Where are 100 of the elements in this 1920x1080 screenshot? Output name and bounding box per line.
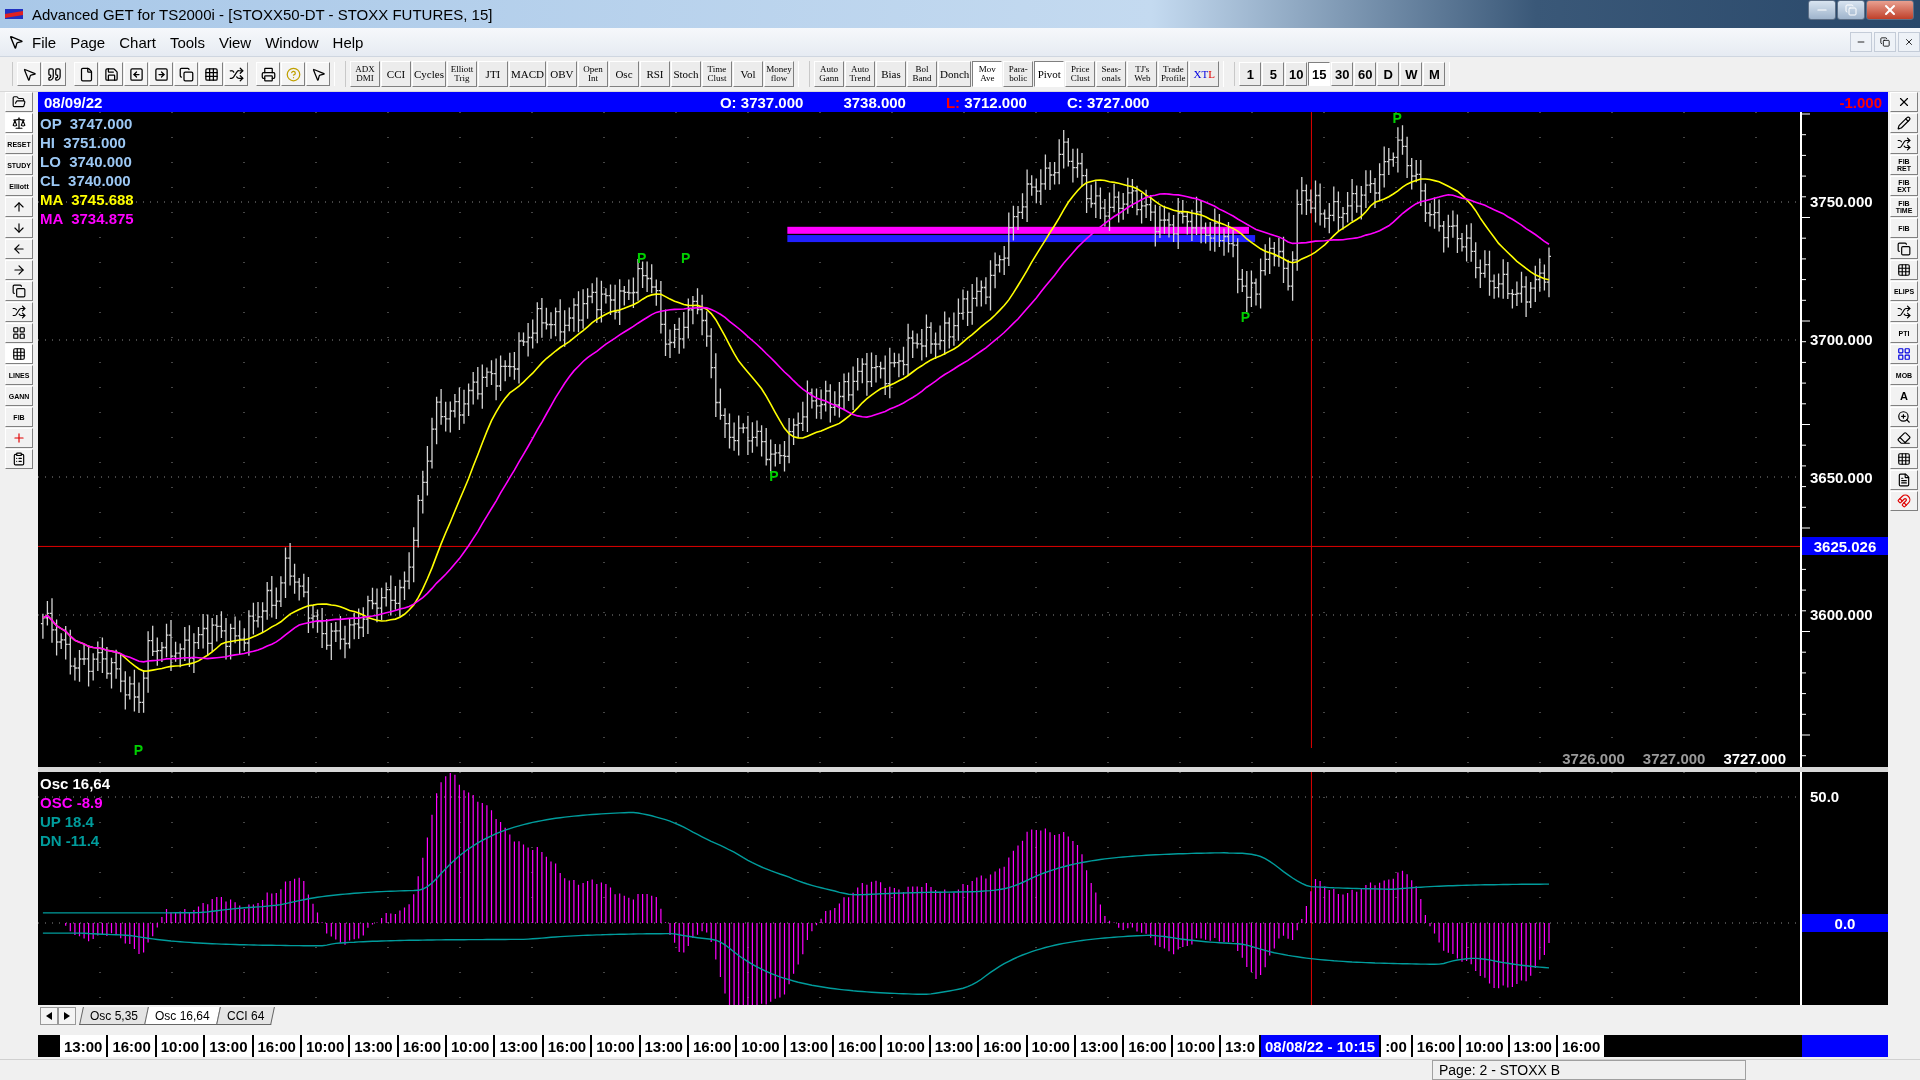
time-label: 08/08/22 - 10:15 — [1259, 1035, 1380, 1057]
tool-button[interactable] — [1890, 344, 1918, 364]
indicator-button[interactable]: RSI — [639, 61, 670, 87]
indicator-button[interactable]: Time Clust — [701, 61, 732, 87]
scroll-right-button[interactable] — [58, 1007, 76, 1025]
tool-button[interactable] — [1890, 260, 1918, 280]
price-value: C: 3727.000 — [1066, 93, 1150, 111]
timeframe-button[interactable]: 60 — [1354, 62, 1377, 86]
overlay-button[interactable]: Seas- onals — [1096, 61, 1127, 87]
tool-button[interactable] — [5, 449, 33, 469]
overlay-button[interactable]: Donch — [937, 61, 972, 87]
overlay-button[interactable]: Para- bolic — [1003, 61, 1034, 87]
indicator-button[interactable]: JTI — [477, 61, 508, 87]
tool-button[interactable] — [5, 302, 33, 322]
toolbar-button[interactable] — [256, 62, 280, 86]
price-value: 3726.000 — [1562, 750, 1625, 767]
overlay-button[interactable]: XTL — [1189, 61, 1220, 87]
tool-icon — [1897, 473, 1911, 487]
tool-button[interactable] — [1890, 470, 1918, 490]
tool-button[interactable] — [5, 281, 33, 301]
toolbar-button[interactable] — [224, 62, 248, 86]
timeframe-button[interactable]: 30 — [1331, 62, 1354, 86]
study-tab[interactable]: Osc 16,64 — [144, 1007, 221, 1025]
timeframe-button[interactable]: 5 — [1262, 62, 1285, 86]
tool-button[interactable] — [1890, 407, 1918, 427]
indicator-button[interactable]: Cycles — [412, 61, 446, 87]
menu-item[interactable]: Chart — [113, 31, 162, 53]
maximize-button[interactable] — [1837, 0, 1865, 20]
indicator-button[interactable]: OBV — [546, 61, 577, 87]
legend-value: DN -11.4 — [40, 831, 101, 850]
overlay-button[interactable]: Auto Trend — [844, 61, 875, 87]
timeframe-button[interactable]: 10 — [1285, 62, 1308, 86]
study-tab[interactable]: Osc 5,35 — [79, 1007, 149, 1025]
menu-item[interactable]: Window — [259, 31, 325, 53]
timeframe-button[interactable]: 15 — [1308, 62, 1331, 86]
menu-item[interactable]: Tools — [163, 31, 211, 53]
overlay-button[interactable]: Mov Ave — [972, 61, 1003, 87]
toolbar-button[interactable] — [149, 62, 173, 86]
tool-button[interactable] — [1890, 428, 1918, 448]
toolbar-button[interactable] — [99, 62, 123, 86]
price-value: L: 3712.000 — [945, 93, 1027, 111]
menu-item[interactable]: Help — [326, 31, 370, 53]
tool-button[interactable] — [5, 323, 33, 343]
time-label: 13:00 — [638, 1035, 687, 1057]
toolbar-button[interactable] — [199, 62, 223, 86]
study-tab[interactable]: CCI 64 — [215, 1007, 275, 1025]
overlay-button[interactable]: Pivot — [1034, 61, 1065, 87]
menu-item[interactable]: File — [26, 31, 63, 53]
tool-icon — [1897, 494, 1911, 508]
toolbar-button[interactable] — [306, 62, 330, 86]
tool-button[interactable] — [5, 113, 33, 133]
menu-item[interactable]: View — [212, 31, 258, 53]
close-button[interactable] — [1866, 0, 1914, 20]
indicator-button[interactable]: Open Int — [577, 61, 608, 87]
indicator-button[interactable]: Osc — [608, 61, 639, 87]
tool-button[interactable] — [5, 92, 33, 112]
menu-item[interactable]: Page — [64, 31, 112, 53]
overlay-button[interactable]: Bol Band — [906, 61, 937, 87]
toolbar-button[interactable] — [17, 62, 41, 86]
scroll-left-button[interactable] — [40, 1007, 58, 1025]
tool-button[interactable] — [1890, 113, 1918, 133]
toolbar-icon — [310, 66, 326, 82]
timeframe-button[interactable]: W — [1400, 62, 1423, 86]
indicator-button[interactable]: Stoch — [670, 61, 701, 87]
toolbar-button[interactable] — [74, 62, 98, 86]
indicator-button[interactable]: Vol — [732, 61, 763, 87]
indicator-button[interactable]: Elliott Trig — [446, 61, 477, 87]
overlay-button[interactable]: Bias — [875, 61, 906, 87]
toolbar-button[interactable] — [124, 62, 148, 86]
legend-value: LO 3740.000 — [40, 152, 133, 171]
tool-icon — [1897, 263, 1911, 277]
indicator-button[interactable]: Money flow — [763, 61, 794, 87]
tool-button[interactable]: A — [1890, 386, 1918, 406]
timeframe-button[interactable]: D — [1377, 62, 1400, 86]
time-label: 13:00 — [493, 1035, 542, 1057]
tool-button[interactable] — [1890, 449, 1918, 469]
toolbar-button[interactable] — [174, 62, 198, 86]
price-value: 3727.000 — [1723, 750, 1786, 767]
tool-button[interactable] — [1890, 92, 1918, 112]
time-label: 13:00 — [1507, 1035, 1556, 1057]
toolbar-button[interactable] — [42, 62, 66, 86]
restore-button[interactable] — [1874, 32, 1896, 52]
tool-button[interactable] — [1890, 239, 1918, 259]
time-label: 13:00 — [348, 1035, 397, 1057]
tool-button[interactable] — [1890, 302, 1918, 322]
indicator-button[interactable]: CCI — [381, 61, 411, 87]
indicator-button[interactable]: ADX DMI — [350, 61, 380, 87]
legend-value: CL 3740.000 — [40, 171, 132, 190]
overlay-button[interactable]: Price Clust — [1065, 61, 1096, 87]
tool-button[interactable] — [5, 344, 33, 364]
overlay-button[interactable]: Auto Gann — [813, 61, 844, 87]
time-label: 13:00 — [203, 1035, 252, 1057]
overlay-button[interactable]: Trade Profile — [1158, 61, 1189, 87]
overlay-button[interactable]: TJ's Web — [1127, 61, 1158, 87]
timeframe-button[interactable]: 1 — [1239, 62, 1262, 86]
minimize-button[interactable] — [1808, 0, 1836, 20]
toolbar-icon — [21, 66, 37, 82]
indicator-button[interactable]: MACD — [508, 61, 546, 87]
timeframe-button[interactable]: M — [1423, 62, 1446, 86]
tool-button[interactable] — [1890, 134, 1918, 154]
